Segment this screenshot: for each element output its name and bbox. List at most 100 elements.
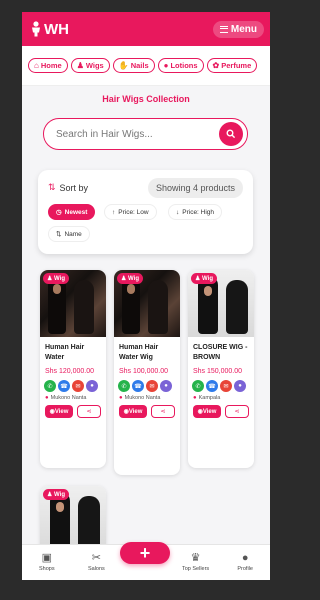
- location-pin-icon: ●: [193, 395, 197, 402]
- view-label: View: [54, 408, 69, 415]
- tag-label: Wig: [128, 276, 139, 282]
- home-icon: ⌂: [34, 61, 39, 70]
- sort-label: ⇅ Sort by: [48, 182, 88, 193]
- sort-panel: ⇅ Sort by Showing 4 products ◷ Newest ↑ …: [38, 170, 253, 254]
- nav-top-sellers[interactable]: ♛ Top Sellers: [171, 545, 221, 580]
- product-name: Human Hair Water: [45, 344, 85, 361]
- view-button[interactable]: ◉ View: [45, 405, 73, 419]
- nav-salons[interactable]: ✂ Salons: [72, 545, 122, 580]
- location-text: Mukono Nanta: [50, 395, 87, 402]
- location-text: Kampala: [198, 395, 221, 402]
- category-label: Wigs: [85, 61, 104, 70]
- product-location: ● Mukono Nanta: [40, 392, 106, 401]
- product-image[interactable]: ♟ Wig: [40, 486, 106, 553]
- wig-tag: ♟ Wig: [191, 273, 217, 284]
- view-label: View: [128, 408, 143, 415]
- share-icon: ⋖: [160, 409, 166, 416]
- nav-label: Profile: [237, 566, 253, 572]
- category-wigs[interactable]: ♟ Wigs: [70, 58, 110, 73]
- email-icon[interactable]: ✉: [146, 380, 158, 393]
- category-label: Perfume: [221, 61, 252, 70]
- page-title: Hair Wigs Collection: [102, 94, 190, 104]
- phone-icon[interactable]: ☎: [132, 380, 144, 393]
- lotion-icon: ●: [163, 61, 169, 70]
- contact-icons: ✆ ☎ ✉ ●: [188, 377, 254, 393]
- wig-tag: ♟ Wig: [43, 489, 69, 500]
- sort-newest-button[interactable]: ◷ Newest: [48, 204, 96, 220]
- sort-price-high-button[interactable]: ↓ Price: High: [168, 204, 223, 220]
- email-icon[interactable]: ✉: [220, 380, 232, 393]
- phone-icon[interactable]: ☎: [58, 380, 70, 393]
- location-text: Mukono Nanta: [124, 395, 161, 402]
- share-button[interactable]: ⋖: [225, 405, 249, 419]
- sort-price-low-button[interactable]: ↑ Price: Low: [104, 204, 157, 220]
- category-bar: ⌂ Home ♟ Wigs ✋ Nails ● Lotions ✿ Perfum…: [22, 46, 270, 86]
- sort-label-text: Sort by: [59, 182, 89, 193]
- sort-option-label: Newest: [64, 208, 88, 216]
- share-icon: ⋖: [86, 409, 92, 416]
- product-location: ● Kampala: [188, 392, 254, 401]
- category-label: Lotions: [170, 61, 198, 70]
- sort-name-button[interactable]: ⇅ Name: [48, 226, 90, 242]
- sort-option-label: Price: High: [182, 208, 215, 216]
- contact-icons: ✆ ☎ ✉ ●: [114, 377, 180, 393]
- category-lotions[interactable]: ● Lotions: [157, 58, 204, 73]
- location-pin-icon: ●: [45, 395, 49, 402]
- brand-logo[interactable]: WH: [30, 21, 69, 38]
- sort-icon: ⇅: [48, 182, 56, 192]
- search-placeholder: Search in Hair Wigs...: [56, 128, 153, 140]
- view-button[interactable]: ◉ View: [193, 405, 221, 419]
- nav-shops[interactable]: ▣ Shops: [22, 545, 72, 580]
- product-image[interactable]: ♟ Wig: [114, 270, 180, 337]
- menu-button[interactable]: Menu: [212, 20, 264, 38]
- whatsapp-icon[interactable]: ✆: [192, 380, 204, 393]
- perfume-icon: ✿: [212, 61, 220, 70]
- category-nails[interactable]: ✋ Nails: [112, 58, 155, 73]
- share-button[interactable]: ⋖: [77, 405, 101, 419]
- scissors-icon: ✂: [91, 552, 101, 564]
- product-card[interactable]: ♟ Wig Human Hair Water Wig Shs 100,000.0…: [114, 270, 180, 475]
- search-icon: [226, 129, 236, 139]
- person-logo-icon: [32, 21, 40, 37]
- wig-icon: ♟: [76, 61, 84, 70]
- nav-label: Shops: [38, 566, 55, 572]
- category-label: Nails: [130, 61, 149, 70]
- product-price: Shs 150,000.00: [193, 367, 243, 375]
- top-bar: WH Menu: [22, 12, 270, 46]
- product-image[interactable]: ♟ Wig: [188, 270, 254, 337]
- nav-label: Salons: [87, 566, 105, 572]
- nav-label: Top Sellers: [181, 566, 210, 572]
- phone-icon[interactable]: ☎: [206, 380, 218, 393]
- nav-profile[interactable]: ● Profile: [220, 545, 270, 580]
- messenger-icon[interactable]: ●: [86, 380, 98, 393]
- hamburger-icon: [219, 25, 228, 33]
- search-button[interactable]: [219, 122, 243, 146]
- search-input[interactable]: Search in Hair Wigs...: [43, 118, 248, 150]
- contact-icons: ✆ ☎ ✉ ●: [40, 377, 106, 393]
- nails-icon: ✋: [118, 61, 129, 70]
- sort-option-label: Price: Low: [118, 208, 149, 216]
- product-name: CLOSURE WIG - BROWN: [193, 344, 248, 361]
- card-actions: ◉ View ⋖: [114, 401, 180, 424]
- sort-alpha-icon: ⇅: [56, 231, 62, 238]
- messenger-icon[interactable]: ●: [160, 380, 172, 393]
- category-perfume[interactable]: ✿ Perfume: [206, 58, 258, 73]
- whatsapp-icon[interactable]: ✆: [44, 380, 56, 393]
- share-icon: ⋖: [234, 409, 240, 416]
- card-actions: ◉ View ⋖: [188, 401, 254, 424]
- tag-label: Wig: [54, 276, 65, 282]
- add-button[interactable]: +: [120, 542, 170, 564]
- view-button[interactable]: ◉ View: [119, 405, 147, 419]
- category-home[interactable]: ⌂ Home: [28, 58, 68, 73]
- messenger-icon[interactable]: ●: [234, 380, 246, 393]
- product-count-badge: Showing 4 products: [147, 178, 243, 198]
- product-price: Shs 120,000.00: [45, 367, 95, 375]
- category-label: Home: [40, 61, 62, 70]
- product-card[interactable]: ♟ Wig CLOSURE WIG - BROWN Shs 150,000.00…: [188, 270, 254, 468]
- whatsapp-icon[interactable]: ✆: [118, 380, 130, 393]
- share-button[interactable]: ⋖: [151, 405, 175, 419]
- email-icon[interactable]: ✉: [72, 380, 84, 393]
- product-card[interactable]: ♟ Wig Human Hair Water Shs 120,000.00 ✆ …: [40, 270, 106, 468]
- product-image[interactable]: ♟ Wig: [40, 270, 106, 337]
- card-actions: ◉ View ⋖: [40, 401, 106, 424]
